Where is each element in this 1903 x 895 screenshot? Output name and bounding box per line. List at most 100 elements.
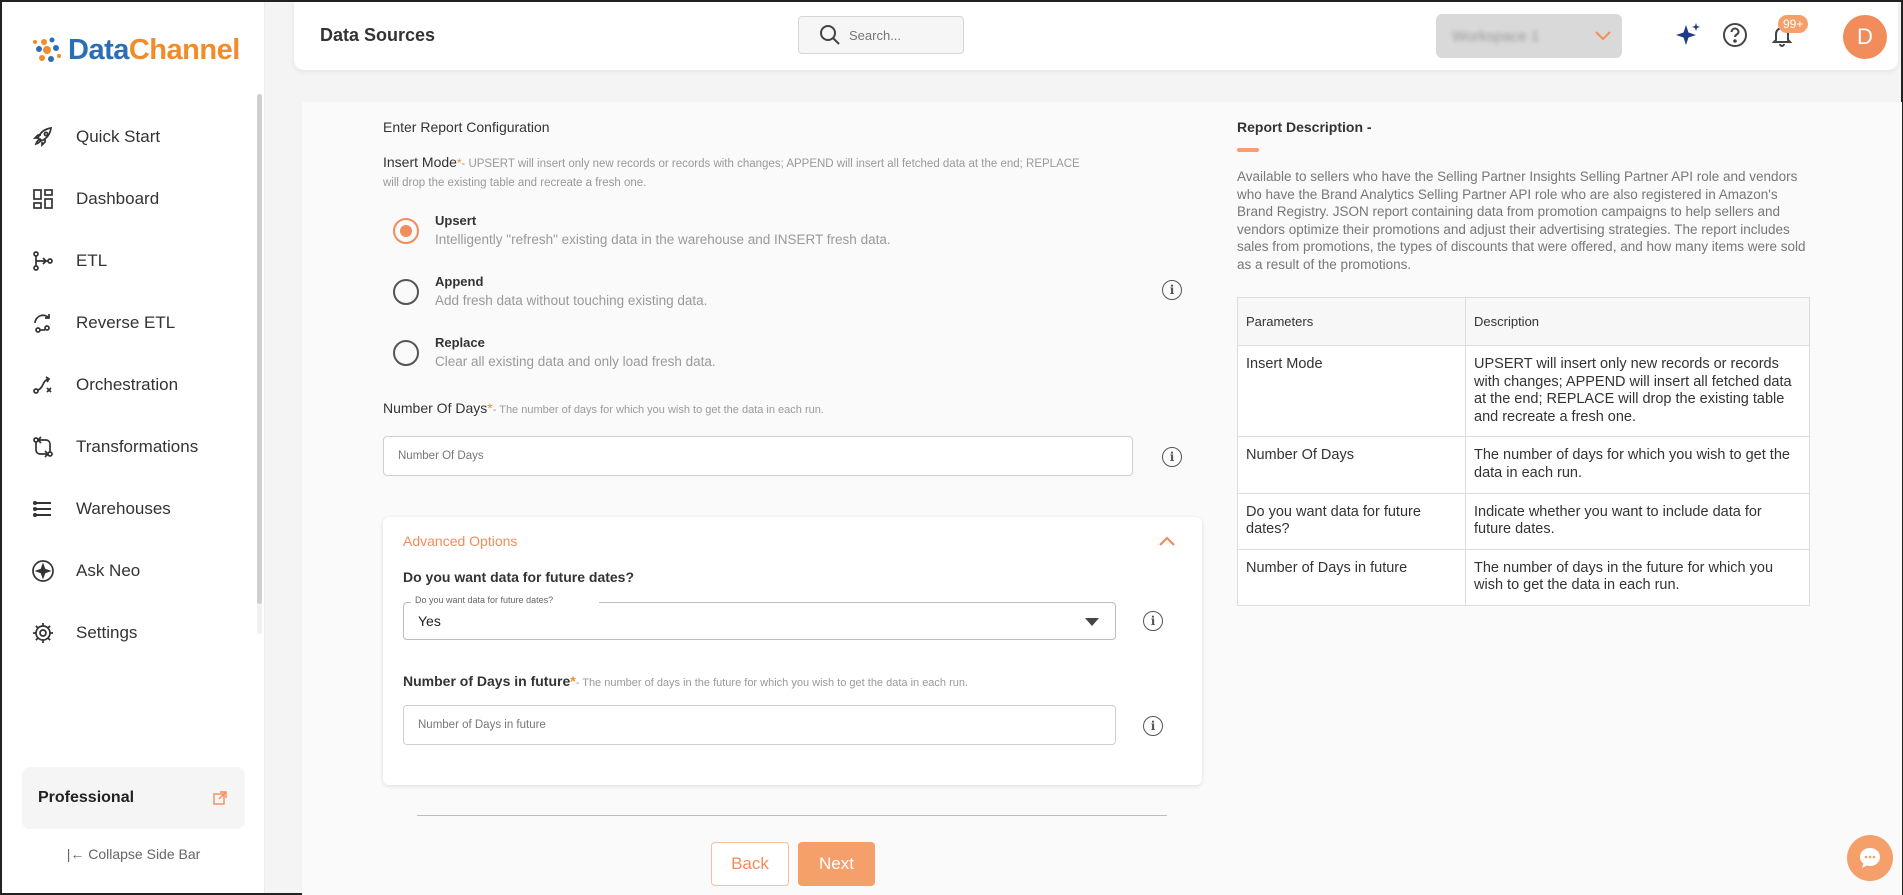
future-dates-question: Do you want data for future dates? (403, 569, 635, 585)
section-title: Enter Report Configuration (383, 119, 550, 135)
sidebar-item-label: Quick Start (76, 127, 161, 146)
brand-logo[interactable]: DataChannel (30, 32, 240, 68)
number-of-days-label: Number Of Days*- The number of days for … (383, 400, 824, 416)
days-in-future-info-icon[interactable]: i (1143, 716, 1163, 736)
search-box[interactable] (798, 16, 964, 54)
top-header: Data Sources Workspace 1 99+ D (294, 2, 1898, 70)
sidebar: DataChannel Quick Start Dashboard ETL Re… (2, 2, 265, 893)
table-header-description: Description (1465, 297, 1810, 346)
main-content: Enter Report Configuration Insert Mode*-… (302, 102, 1902, 895)
chevron-down-icon (1595, 31, 1611, 41)
table-cell: The number of days in the future for whi… (1465, 548, 1810, 606)
workspace-label: Workspace 1 (1452, 27, 1540, 45)
table-cell: Indicate whether you want to include dat… (1465, 492, 1810, 550)
orchestration-icon (30, 372, 56, 398)
sidebar-item-label: ETL (76, 251, 108, 270)
help-icon (1723, 23, 1747, 47)
table-header-parameters: Parameters (1237, 297, 1466, 346)
etl-icon (30, 248, 56, 274)
insert-mode-info-icon[interactable]: i (1162, 280, 1182, 300)
gear-icon (30, 620, 56, 646)
option-desc: Clear all existing data and only load fr… (435, 354, 716, 369)
search-input[interactable] (849, 27, 949, 43)
option-desc: Add fresh data without touching existing… (435, 293, 708, 308)
future-dates-value: Yes (418, 613, 441, 629)
table-cell: Do you want data for future dates? (1237, 492, 1466, 550)
collapse-sidebar-button[interactable]: |← Collapse Side Bar (2, 846, 265, 862)
search-icon (820, 25, 840, 45)
sidebar-scroll-thumb[interactable] (257, 94, 262, 604)
table-row: Insert Mode UPSERT will insert only new … (1237, 344, 1810, 438)
table-row: Number of Days in future The number of d… (1237, 548, 1810, 606)
sidebar-item-label: Settings (76, 623, 138, 642)
option-title: Upsert (435, 213, 477, 228)
option-title: Replace (435, 335, 485, 350)
number-of-days-input[interactable]: Number Of Days (383, 436, 1133, 476)
plan-card[interactable]: Professional (22, 767, 245, 829)
table-row: Number Of Days The number of days for wh… (1237, 436, 1810, 494)
table-cell: Number of Days in future (1237, 548, 1466, 606)
collapse-label: Collapse Side Bar (88, 846, 201, 862)
report-description-title: Report Description - (1237, 119, 1372, 135)
insert-mode-option-upsert[interactable]: Upsert Intelligently "refresh" existing … (393, 212, 891, 247)
sidebar-item-label: Transformations (76, 437, 199, 456)
option-desc: Intelligently "refresh" existing data in… (435, 232, 891, 247)
table-cell: Number Of Days (1237, 436, 1466, 494)
back-button[interactable]: Back (711, 842, 789, 886)
sidebar-item-label: Orchestration (76, 375, 179, 394)
days-in-future-input[interactable]: Number of Days in future (403, 705, 1116, 745)
radio-append[interactable] (393, 279, 419, 305)
advanced-options-title[interactable]: Advanced Options (403, 533, 517, 549)
sidebar-item-warehouses[interactable]: Warehouses (2, 478, 252, 540)
parameters-table: Parameters Description Insert Mode UPSER… (1237, 297, 1810, 606)
help-button[interactable] (1719, 19, 1751, 51)
sidebar-item-reverse-etl[interactable]: Reverse ETL (2, 292, 252, 354)
chat-icon (1860, 848, 1880, 868)
sidebar-item-dashboard[interactable]: Dashboard (2, 168, 252, 230)
grid-icon (30, 186, 56, 212)
warehouse-icon (30, 496, 56, 522)
table-cell: The number of days for which you wish to… (1465, 436, 1810, 494)
sidebar-item-ask-neo[interactable]: Ask Neo (2, 540, 252, 602)
insert-mode-option-append[interactable]: Append Add fresh data without touching e… (393, 273, 707, 308)
workspace-selector[interactable]: Workspace 1 (1436, 14, 1622, 58)
title-underline (1237, 148, 1259, 152)
sidebar-nav: Quick Start Dashboard ETL Reverse ETL Or… (2, 106, 252, 664)
table-cell: UPSERT will insert only new records or r… (1465, 344, 1810, 438)
ai-sparkle-button[interactable] (1672, 19, 1704, 51)
rocket-icon (30, 124, 56, 150)
number-of-days-info-icon[interactable]: i (1162, 447, 1182, 467)
dropdown-arrow-icon (1085, 618, 1099, 626)
chevron-up-icon[interactable] (1158, 535, 1176, 547)
table-row: Do you want data for future dates? Indic… (1237, 492, 1810, 550)
sidebar-item-label: Dashboard (76, 189, 160, 208)
collapse-icon: |← (66, 846, 85, 862)
brand-name-part2: Channel (128, 33, 240, 66)
option-title: Append (435, 274, 484, 289)
sidebar-item-settings[interactable]: Settings (2, 602, 252, 664)
insert-mode-label: Insert Mode*- UPSERT will insert only ne… (383, 154, 1080, 189)
sidebar-item-transformations[interactable]: Transformations (2, 416, 252, 478)
advanced-options-panel: Advanced Options Do you want data for fu… (383, 517, 1202, 785)
radio-upsert[interactable] (393, 218, 419, 244)
sidebar-item-orchestration[interactable]: Orchestration (2, 354, 252, 416)
radio-replace[interactable] (393, 340, 419, 366)
external-link-icon[interactable] (213, 791, 227, 805)
future-dates-legend: Do you want data for future dates? (411, 595, 599, 605)
reverse-etl-icon (30, 310, 56, 336)
sidebar-item-label: Warehouses (76, 499, 171, 518)
chat-support-button[interactable] (1847, 835, 1893, 881)
sidebar-item-quick-start[interactable]: Quick Start (2, 106, 252, 168)
form-divider (417, 815, 1167, 816)
future-dates-select[interactable]: Yes (403, 602, 1116, 640)
next-button[interactable]: Next (798, 842, 875, 886)
future-dates-info-icon[interactable]: i (1143, 611, 1163, 631)
notifications-badge: 99+ (1778, 15, 1809, 33)
sidebar-item-label: Reverse ETL (76, 313, 176, 332)
logo-icon (33, 37, 61, 62)
table-cell: Insert Mode (1237, 344, 1466, 438)
insert-mode-option-replace[interactable]: Replace Clear all existing data and only… (393, 334, 716, 369)
sidebar-item-etl[interactable]: ETL (2, 230, 252, 292)
avatar[interactable]: D (1843, 15, 1887, 59)
sparkle-icon (30, 558, 56, 584)
